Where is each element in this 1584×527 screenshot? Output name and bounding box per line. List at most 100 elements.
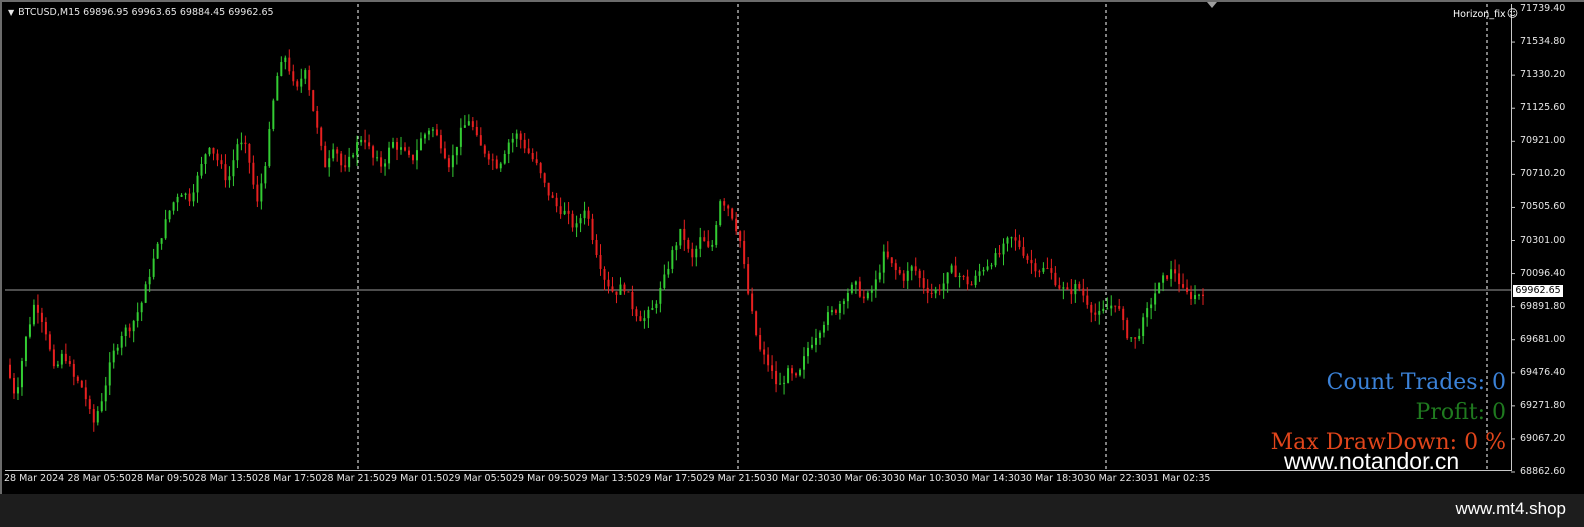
- time-tick-label: 28 Mar 17:50: [258, 473, 322, 484]
- candle-body: [1046, 267, 1049, 269]
- candle-body: [1134, 337, 1137, 339]
- chart-shift-marker-icon[interactable]: [1207, 2, 1217, 8]
- candle-body: [858, 281, 861, 297]
- candle-body: [320, 127, 323, 146]
- candle-body: [579, 218, 582, 224]
- candle-body: [962, 275, 965, 277]
- price-axis-line: [1511, 4, 1512, 470]
- candle-body: [228, 176, 231, 181]
- candle-body: [830, 310, 833, 313]
- candle-body: [384, 163, 387, 167]
- candle-body: [595, 239, 598, 256]
- candle-body: [846, 292, 849, 302]
- candle-body: [866, 292, 869, 299]
- candle-body: [172, 202, 175, 211]
- dropdown-triangle-icon[interactable]: ▼: [8, 8, 14, 17]
- candle-body: [1170, 269, 1173, 279]
- candle-body: [388, 147, 391, 164]
- candle-body: [396, 142, 399, 150]
- price-tick-label: 68862.60: [1520, 466, 1566, 477]
- candle-body: [555, 197, 558, 207]
- price-tick-label: 71330.20: [1520, 69, 1566, 81]
- candle-body: [1098, 310, 1101, 315]
- candle-body: [822, 324, 825, 333]
- candle-body: [1050, 268, 1053, 273]
- candle-body: [88, 399, 91, 410]
- candle-body: [515, 133, 518, 139]
- candle-body: [1158, 282, 1161, 294]
- candle-body: [32, 304, 35, 325]
- candle-body: [970, 284, 973, 286]
- candle-body: [1174, 269, 1177, 274]
- current-price-label: 69962.65: [1513, 285, 1563, 297]
- candle-body: [826, 312, 829, 325]
- candle-body: [623, 284, 626, 292]
- candle-body: [224, 164, 227, 181]
- candle-body: [404, 147, 407, 151]
- candle-body: [862, 296, 865, 299]
- candle-body: [799, 369, 802, 376]
- candle-body: [475, 126, 478, 136]
- candle-body: [192, 192, 195, 202]
- profit-text: Profit: 0: [1415, 400, 1506, 425]
- candle-body: [288, 57, 291, 72]
- candle-body: [84, 387, 87, 400]
- candle-body: [735, 218, 738, 232]
- symbol-info[interactable]: ▼ BTCUSD,M15 69896.95 69963.65 69884.45 6…: [8, 7, 274, 18]
- candle-body: [499, 163, 502, 169]
- candle-body: [411, 154, 414, 161]
- candle-body: [1122, 308, 1125, 321]
- candle-body: [671, 250, 674, 269]
- candle-body: [763, 349, 766, 355]
- candle-body: [80, 380, 83, 388]
- candle-body: [874, 279, 877, 291]
- candle-body: [918, 270, 921, 279]
- candle-body: [28, 324, 31, 337]
- candle-body: [591, 218, 594, 240]
- candle-body: [910, 266, 913, 271]
- candle-body: [260, 183, 263, 202]
- candle-body: [950, 265, 953, 273]
- candle-body: [1182, 284, 1185, 288]
- candle-body: [519, 133, 522, 140]
- candle-body: [40, 312, 43, 322]
- candle-body: [356, 142, 359, 156]
- candle-body: [958, 275, 961, 278]
- footer-bar: www.mt4.shop: [0, 494, 1584, 527]
- candle-body: [12, 377, 15, 394]
- chart-watermark: www.notandor.cn: [1284, 448, 1460, 474]
- candle-body: [284, 57, 287, 63]
- candle-body: [1026, 255, 1029, 260]
- horizon-indicator-label[interactable]: Horizon_fix☺: [1453, 7, 1518, 20]
- candle-body: [1006, 237, 1009, 244]
- candle-body: [1126, 320, 1129, 339]
- candle-body: [479, 135, 482, 146]
- time-tick-label: 30 Mar 18:30: [1020, 473, 1084, 484]
- candle-body: [160, 238, 163, 244]
- candle-body: [268, 129, 271, 167]
- candle-body: [1110, 305, 1113, 309]
- candle-body: [1118, 305, 1121, 309]
- candle-body: [24, 336, 27, 362]
- time-tick-label: 29 Mar 17:50: [639, 473, 703, 484]
- candle-body: [974, 275, 977, 286]
- candle-body: [986, 266, 989, 270]
- candle-body: [148, 276, 151, 285]
- candle-body: [990, 265, 993, 267]
- price-tick-label: 70710.20: [1520, 168, 1566, 180]
- candle-body: [212, 147, 215, 154]
- candle-body: [886, 251, 889, 258]
- candle-body: [523, 139, 526, 149]
- candle-body: [651, 308, 654, 310]
- candlestick-chart[interactable]: [0, 0, 1584, 494]
- candle-body: [647, 309, 650, 319]
- candle-body: [1102, 308, 1105, 311]
- candle-body: [834, 310, 837, 313]
- candle-body: [256, 184, 259, 202]
- candle-body: [124, 327, 127, 337]
- candle-body: [264, 166, 267, 184]
- candle-body: [252, 162, 255, 185]
- time-tick-label: 30 Mar 02:30: [766, 473, 830, 484]
- candle-body: [611, 286, 614, 292]
- candle-body: [946, 272, 949, 284]
